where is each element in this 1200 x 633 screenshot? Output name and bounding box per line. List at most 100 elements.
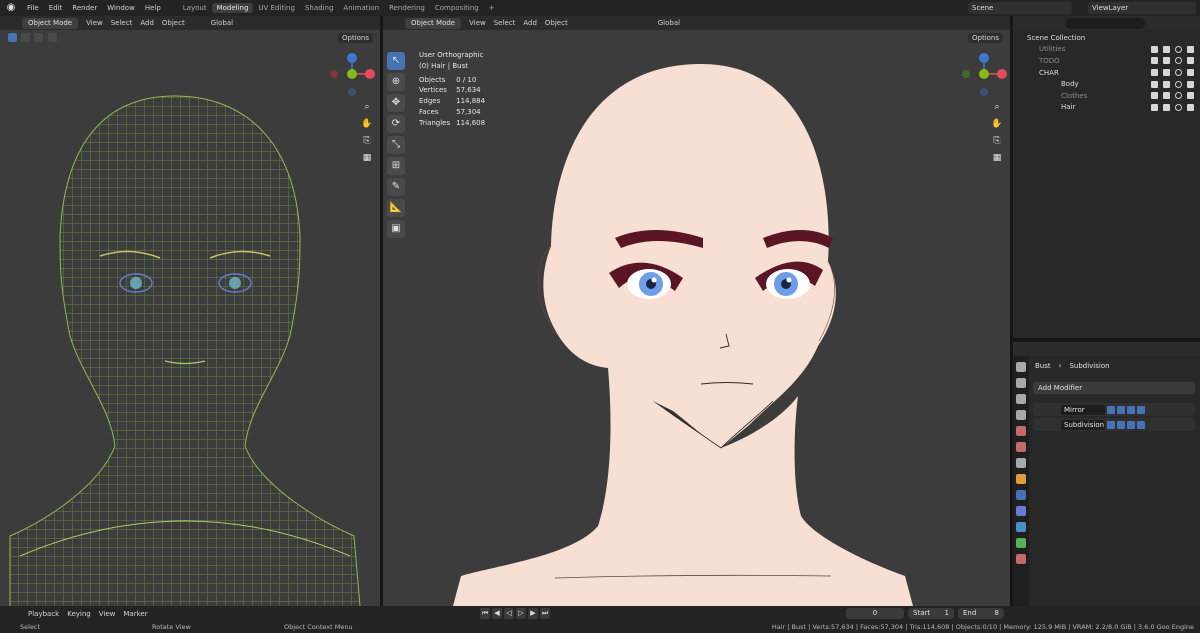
- add-modifier-button[interactable]: Add Modifier: [1033, 382, 1195, 394]
- eye-icon[interactable]: [1175, 80, 1182, 88]
- play-reverse-icon[interactable]: ◁: [504, 608, 514, 619]
- hand-pan-icon[interactable]: ✋: [990, 117, 1004, 131]
- measure-tool-icon[interactable]: 📐: [387, 199, 405, 217]
- menu-file[interactable]: File: [22, 4, 44, 12]
- add-cube-tool-icon[interactable]: ▣: [387, 220, 405, 238]
- menu-object[interactable]: Object: [545, 19, 568, 27]
- render-camera-icon[interactable]: [1187, 92, 1194, 100]
- render-tab-icon[interactable]: [1016, 378, 1026, 388]
- world-tab-icon[interactable]: [1016, 442, 1026, 452]
- orientation-selector[interactable]: Global: [211, 19, 233, 27]
- select-extend-icon[interactable]: [21, 33, 31, 42]
- play-icon[interactable]: ▷: [516, 608, 526, 619]
- menu-view[interactable]: View: [99, 610, 116, 618]
- add-workspace-button[interactable]: +: [484, 3, 500, 13]
- rotate-tool-icon[interactable]: ⟳: [387, 115, 405, 133]
- render-camera-icon[interactable]: [1187, 69, 1194, 77]
- checkbox-icon[interactable]: [1151, 45, 1158, 53]
- left-viewport[interactable]: Object Mode View Select Add Object Globa…: [0, 16, 380, 606]
- current-frame-field[interactable]: 0: [846, 608, 904, 619]
- transform-tool-icon[interactable]: ⊞: [387, 157, 405, 175]
- select-arrow-icon[interactable]: [1163, 69, 1170, 77]
- tab-layout[interactable]: Layout: [178, 3, 212, 13]
- options-button[interactable]: Options: [338, 33, 374, 43]
- next-keyframe-icon[interactable]: ▶: [528, 608, 538, 619]
- navigation-gizmo[interactable]: [959, 52, 1009, 102]
- select-arrow-icon[interactable]: [1163, 103, 1170, 111]
- cage-icon[interactable]: [1117, 405, 1125, 414]
- select-tool-icon[interactable]: ↖: [387, 52, 405, 70]
- checkbox-icon[interactable]: [1151, 69, 1158, 77]
- menu-window[interactable]: Window: [102, 4, 140, 12]
- cage-icon[interactable]: [1117, 420, 1125, 429]
- collection-tab-icon[interactable]: [1016, 458, 1026, 468]
- eye-icon[interactable]: [1175, 69, 1182, 77]
- jump-start-icon[interactable]: ⏮: [480, 608, 490, 619]
- select-arrow-icon[interactable]: [1163, 45, 1170, 53]
- mode-selector[interactable]: Object Mode: [22, 17, 79, 29]
- outliner-row[interactable]: CHAR: [1013, 67, 1200, 79]
- start-frame-field[interactable]: Start 1: [908, 608, 954, 619]
- checkbox-icon[interactable]: [1151, 92, 1158, 100]
- tab-compositing[interactable]: Compositing: [430, 3, 484, 13]
- menu-add[interactable]: Add: [523, 19, 537, 27]
- prev-keyframe-icon[interactable]: ◀: [492, 608, 502, 619]
- view-layer-selector[interactable]: ViewLayer: [1088, 2, 1196, 14]
- menu-object[interactable]: Object: [162, 19, 185, 27]
- tab-rendering[interactable]: Rendering: [384, 3, 430, 13]
- tab-animation[interactable]: Animation: [338, 3, 384, 13]
- tab-shading[interactable]: Shading: [300, 3, 338, 13]
- output-tab-icon[interactable]: [1016, 394, 1026, 404]
- scale-tool-icon[interactable]: ⤡: [387, 136, 405, 154]
- outliner-row[interactable]: Hair: [1013, 102, 1200, 114]
- navigation-gizmo[interactable]: [327, 52, 377, 102]
- outliner-row[interactable]: Body: [1013, 78, 1200, 90]
- eye-icon[interactable]: [1175, 103, 1182, 111]
- scene-tab-icon[interactable]: [1016, 426, 1026, 436]
- outliner-row[interactable]: Scene Collection: [1013, 32, 1200, 44]
- zoom-icon[interactable]: ⌕: [990, 100, 1004, 114]
- select-invert-icon[interactable]: [47, 33, 57, 42]
- viewport-icon[interactable]: [1127, 420, 1135, 429]
- checkbox-icon[interactable]: [1151, 80, 1158, 88]
- menu-select[interactable]: Select: [494, 19, 516, 27]
- outliner-search-input[interactable]: [1065, 18, 1145, 29]
- camera-icon[interactable]: ⎘: [360, 134, 374, 148]
- annotate-tool-icon[interactable]: ✎: [387, 178, 405, 196]
- move-tool-icon[interactable]: ✥: [387, 94, 405, 112]
- edit-mode-icon[interactable]: [1107, 405, 1115, 414]
- menu-keying[interactable]: Keying: [67, 610, 91, 618]
- object-tab-icon[interactable]: [1016, 474, 1026, 484]
- outliner-row[interactable]: Utilities: [1013, 44, 1200, 56]
- data-tab-icon[interactable]: [1016, 538, 1026, 548]
- menu-playback[interactable]: Playback: [28, 610, 59, 618]
- select-arrow-icon[interactable]: [1163, 92, 1170, 100]
- select-box-icon[interactable]: [8, 33, 17, 42]
- render-icon[interactable]: [1137, 405, 1145, 414]
- main-viewport[interactable]: Object Mode View Select Add Object Globa…: [383, 16, 1010, 606]
- select-arrow-icon[interactable]: [1163, 57, 1170, 65]
- eye-icon[interactable]: [1175, 57, 1182, 65]
- outliner-row[interactable]: Clothes: [1013, 90, 1200, 102]
- outliner-row[interactable]: TODO: [1013, 55, 1200, 67]
- eye-icon[interactable]: [1175, 92, 1182, 100]
- select-subtract-icon[interactable]: [34, 33, 44, 42]
- tab-modeling[interactable]: Modeling: [211, 3, 254, 13]
- menu-view[interactable]: View: [86, 19, 103, 27]
- modifier-tab-icon[interactable]: [1016, 490, 1026, 500]
- cursor-tool-icon[interactable]: ⊕: [387, 73, 405, 91]
- modifier-row[interactable]: Subdivision: [1033, 418, 1195, 431]
- options-button[interactable]: Options: [968, 33, 1004, 43]
- modifier-name-field[interactable]: Subdivision: [1061, 419, 1105, 430]
- menu-marker[interactable]: Marker: [123, 610, 147, 618]
- grid-view-icon[interactable]: ▦: [360, 151, 374, 165]
- viewport-icon[interactable]: [1127, 405, 1135, 414]
- menu-add[interactable]: Add: [140, 19, 154, 27]
- camera-icon[interactable]: ⎘: [990, 134, 1004, 148]
- jump-end-icon[interactable]: ⏭: [540, 608, 550, 619]
- blender-logo-icon[interactable]: ◉: [4, 1, 18, 15]
- tab-uv-editing[interactable]: UV Editing: [253, 3, 300, 13]
- tool-tab-icon[interactable]: [1016, 362, 1026, 372]
- menu-edit[interactable]: Edit: [44, 4, 68, 12]
- select-arrow-icon[interactable]: [1163, 80, 1170, 88]
